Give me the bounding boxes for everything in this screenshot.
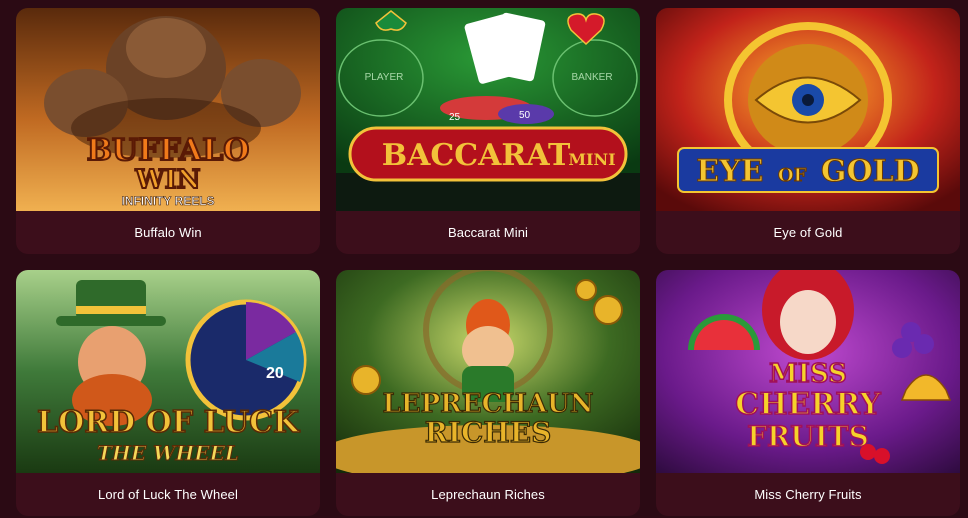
buffalo-logo-sub: INFINITY REELS <box>121 194 214 208</box>
buffalo-win-thumbnail[interactable]: BUFFALO WIN INFINITY REELS <box>16 8 320 211</box>
eye-of-gold-thumbnail[interactable]: EYE OF GOLD <box>656 8 960 211</box>
game-card-eye-of-gold[interactable]: EYE OF GOLD Eye of Gold <box>656 8 960 254</box>
game-title: Miss Cherry Fruits <box>754 487 862 502</box>
miss-cherry-logo-line2: CHERRY <box>735 387 881 422</box>
cherry-icon <box>860 444 876 460</box>
chip-value-25: 25 <box>449 112 461 123</box>
game-title: Buffalo Win <box>134 225 202 240</box>
game-card-miss-cherry-fruits[interactable]: MISS CHERRY FRUITS Miss Cherry Fruits <box>656 270 960 516</box>
game-card-baccarat-mini[interactable]: PLAYER BANKER 25 50 BACCARAT MINI Baccar… <box>336 8 640 254</box>
chip-value-50: 50 <box>519 110 531 121</box>
buffalo-logo-line2: WIN <box>134 165 200 195</box>
lord-of-luck-thumbnail[interactable]: 20 LORD OF LUCK THE WHEEL <box>16 270 320 473</box>
eye-of-gold-logo: EYE OF GOLD <box>696 154 919 189</box>
game-card-leprechaun-riches[interactable]: LEPRECHAUN RICHES Leprechaun Riches <box>336 270 640 516</box>
baccarat-logo-main: BACCARAT <box>382 138 571 173</box>
game-title: Lord of Luck The Wheel <box>98 487 238 502</box>
lord-of-luck-logo-line2: THE WHEEL <box>97 441 239 465</box>
game-grid: BUFFALO WIN INFINITY REELS Buffalo Win P… <box>0 0 968 518</box>
baccarat-logo-mini: MINI <box>568 150 615 169</box>
game-card-lord-of-luck-the-wheel[interactable]: 20 LORD OF LUCK THE WHEEL Lord of Luck T… <box>16 270 320 516</box>
miss-cherry-fruits-thumbnail[interactable]: MISS CHERRY FRUITS <box>656 270 960 473</box>
baccarat-mini-thumbnail[interactable]: PLAYER BANKER 25 50 BACCARAT MINI <box>336 8 640 211</box>
player-area-label: PLAYER <box>365 72 404 83</box>
game-title: Leprechaun Riches <box>431 487 545 502</box>
buffalo-logo-line1: BUFFALO <box>87 133 250 168</box>
banker-area-label: BANKER <box>571 72 612 83</box>
game-card-buffalo-win[interactable]: BUFFALO WIN INFINITY REELS Buffalo Win <box>16 8 320 254</box>
leprechaun-logo-line1: LEPRECHAUN <box>383 389 594 419</box>
miss-cherry-logo-line1: MISS <box>769 359 847 389</box>
miss-cherry-logo-line3: FRUITS <box>747 420 869 453</box>
game-title: Eye of Gold <box>773 225 843 240</box>
leprechaun-logo-line2: RICHES <box>425 416 552 449</box>
wheel-number: 20 <box>266 365 284 382</box>
game-title: Baccarat Mini <box>447 225 529 240</box>
lord-of-luck-logo-line1: LORD OF LUCK <box>37 405 300 440</box>
leprechaun-riches-thumbnail[interactable]: LEPRECHAUN RICHES <box>336 270 640 473</box>
